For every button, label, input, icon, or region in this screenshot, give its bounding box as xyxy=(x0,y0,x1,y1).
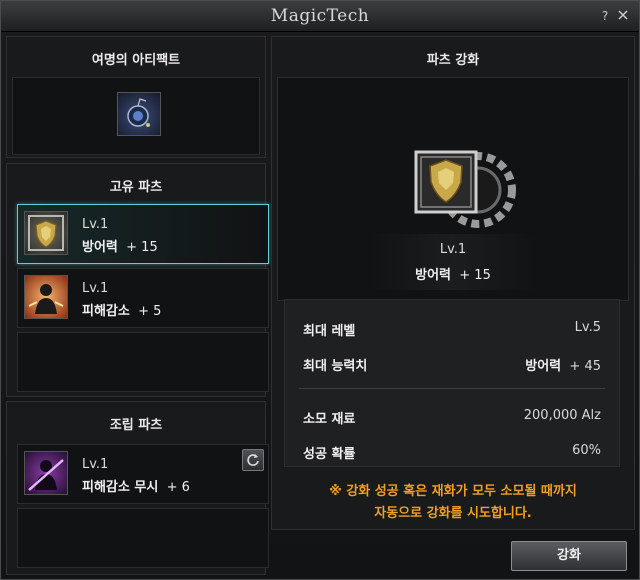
artifact-icon[interactable] xyxy=(117,92,161,136)
notice-line-2: 자동으로 강화를 시도합니다. xyxy=(374,506,532,521)
part-stat-name: 방어력 xyxy=(82,240,118,255)
preview-stat: 방어력 + 15 xyxy=(368,264,538,283)
part-stat-value: + 5 xyxy=(138,304,162,319)
shield-icon xyxy=(24,211,68,255)
artifact-title: 여명의 아티팩트 xyxy=(91,53,181,68)
help-button[interactable]: ? xyxy=(597,8,613,24)
part-level: Lv.1 xyxy=(82,217,109,232)
magictech-window: MagicTech ? 여명의 아티팩트 고유 파츠 Lv.1 방어력 + 15… xyxy=(0,0,640,580)
info-divider xyxy=(299,388,605,389)
info-box: 최대 레벨 Lv.5 최대 능력치 방어력 + 45 소모 재료 200,000… xyxy=(284,299,620,467)
close-button[interactable] xyxy=(615,8,631,24)
part-stat-name: 피해감소 무시 xyxy=(82,480,159,495)
max-stat-name: 방어력 xyxy=(525,359,562,374)
max-level-label: 최대 레벨 xyxy=(303,324,356,339)
assembly-parts-panel: 조립 파츠 Lv.1 피해감소 무시 + 6 xyxy=(6,401,269,575)
success-rate-value: 60% xyxy=(572,443,601,458)
max-level-value: Lv.5 xyxy=(574,320,601,335)
unique-part-item-damage-reduction[interactable]: Lv.1 피해감소 + 5 xyxy=(17,268,269,328)
part-stat-value: + 6 xyxy=(166,480,190,495)
empty-part-slot xyxy=(17,332,269,392)
window-title: MagicTech xyxy=(270,6,370,26)
reset-part-button[interactable] xyxy=(242,449,264,471)
unique-parts-title: 고유 파츠 xyxy=(109,180,163,195)
unique-part-item-defense[interactable]: Lv.1 방어력 + 15 xyxy=(17,204,269,264)
preview-stat-name: 방어력 xyxy=(415,268,452,283)
part-stat: 방어력 + 15 xyxy=(82,236,158,255)
assembly-part-item[interactable]: Lv.1 피해감소 무시 + 6 xyxy=(17,444,269,504)
part-stat: 피해감소 무시 + 6 xyxy=(82,476,190,495)
enhance-title: 파츠 강화 xyxy=(426,53,480,68)
part-stat-value: + 15 xyxy=(126,240,158,255)
assembly-parts-title: 조립 파츠 xyxy=(109,418,163,433)
part-level: Lv.1 xyxy=(82,457,109,472)
empty-part-slot xyxy=(17,508,269,568)
part-stat: 피해감소 + 5 xyxy=(82,300,161,319)
preview-stat-value: + 15 xyxy=(459,268,491,283)
enhance-panel: 파츠 강화 Lv.1 방어력 + 15 최대 레벨 Lv.5 최대 능력치 방어… xyxy=(271,36,635,530)
preview-area: Lv.1 방어력 + 15 xyxy=(277,77,629,301)
max-stat-label: 최대 능력치 xyxy=(303,359,368,374)
artifact-slot-area xyxy=(12,77,260,155)
ignore-damage-reduction-icon xyxy=(24,451,68,495)
refresh-icon xyxy=(247,454,259,466)
max-stat-number: + 45 xyxy=(569,359,601,374)
part-level: Lv.1 xyxy=(82,281,109,296)
enhance-button[interactable]: 강화 xyxy=(511,541,627,571)
max-stat-value: 방어력 + 45 xyxy=(525,355,601,374)
artifact-panel: 여명의 아티팩트 xyxy=(6,36,266,158)
unique-parts-panel: 고유 파츠 Lv.1 방어력 + 15 Lv.1 피해감소 + 5 xyxy=(6,163,269,397)
damage-reduction-icon xyxy=(24,275,68,319)
title-bar[interactable]: MagicTech ? xyxy=(1,1,639,32)
preview-stat-box: Lv.1 방어력 + 15 xyxy=(368,234,538,290)
success-rate-label: 성공 확률 xyxy=(303,447,356,462)
notice-line-1: ※ 강화 성공 혹은 재화가 모두 소모될 때까지 xyxy=(329,484,577,499)
material-value: 200,000 Alz xyxy=(523,408,601,423)
part-stat-name: 피해감소 xyxy=(82,304,130,319)
preview-level: Lv.1 xyxy=(439,242,467,257)
material-label: 소모 재료 xyxy=(303,412,356,427)
shield-gear-icon xyxy=(408,144,518,234)
close-icon xyxy=(618,10,628,20)
